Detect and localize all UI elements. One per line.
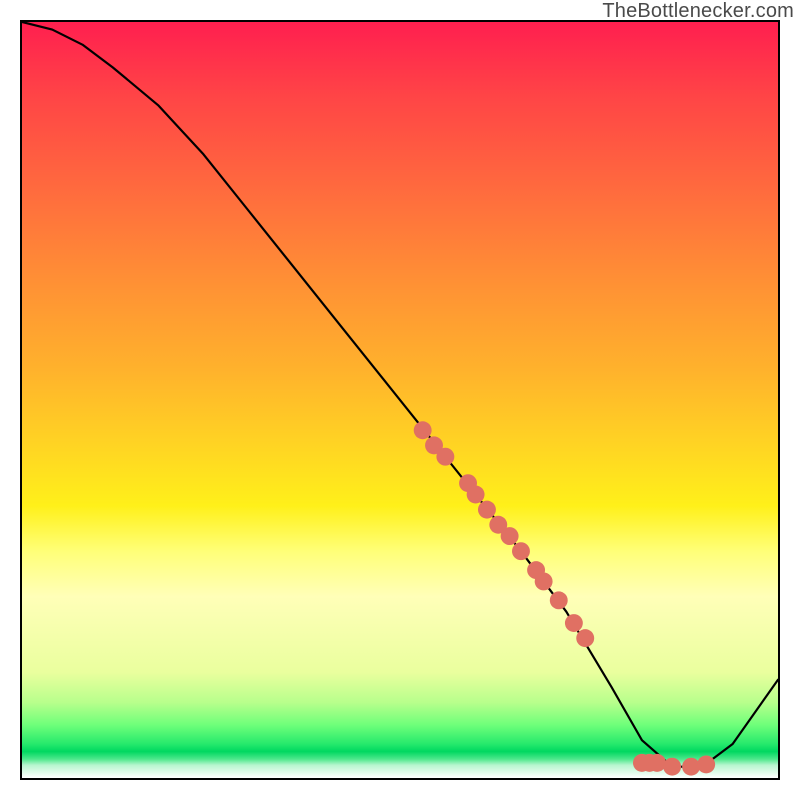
scatter-point — [550, 591, 568, 609]
watermark-label: TheBottlenecker.com — [602, 0, 794, 23]
chart-overlay — [22, 22, 778, 778]
scatter-point — [512, 542, 530, 560]
scatter-point — [535, 572, 553, 590]
scatter-point — [565, 614, 583, 632]
scatter-point — [682, 758, 700, 776]
scatter-point — [576, 629, 594, 647]
scatter-point — [436, 448, 454, 466]
scatter-point — [478, 501, 496, 519]
chart-canvas: TheBottlenecker.com — [0, 0, 800, 800]
curve-path — [22, 22, 778, 767]
scatter-point — [663, 758, 681, 776]
scatter-point — [414, 421, 432, 439]
scatter-point — [697, 755, 715, 773]
scatter-point — [467, 486, 485, 504]
scatter-point — [501, 527, 519, 545]
plot-area — [20, 20, 780, 780]
scatter-point — [648, 754, 666, 772]
